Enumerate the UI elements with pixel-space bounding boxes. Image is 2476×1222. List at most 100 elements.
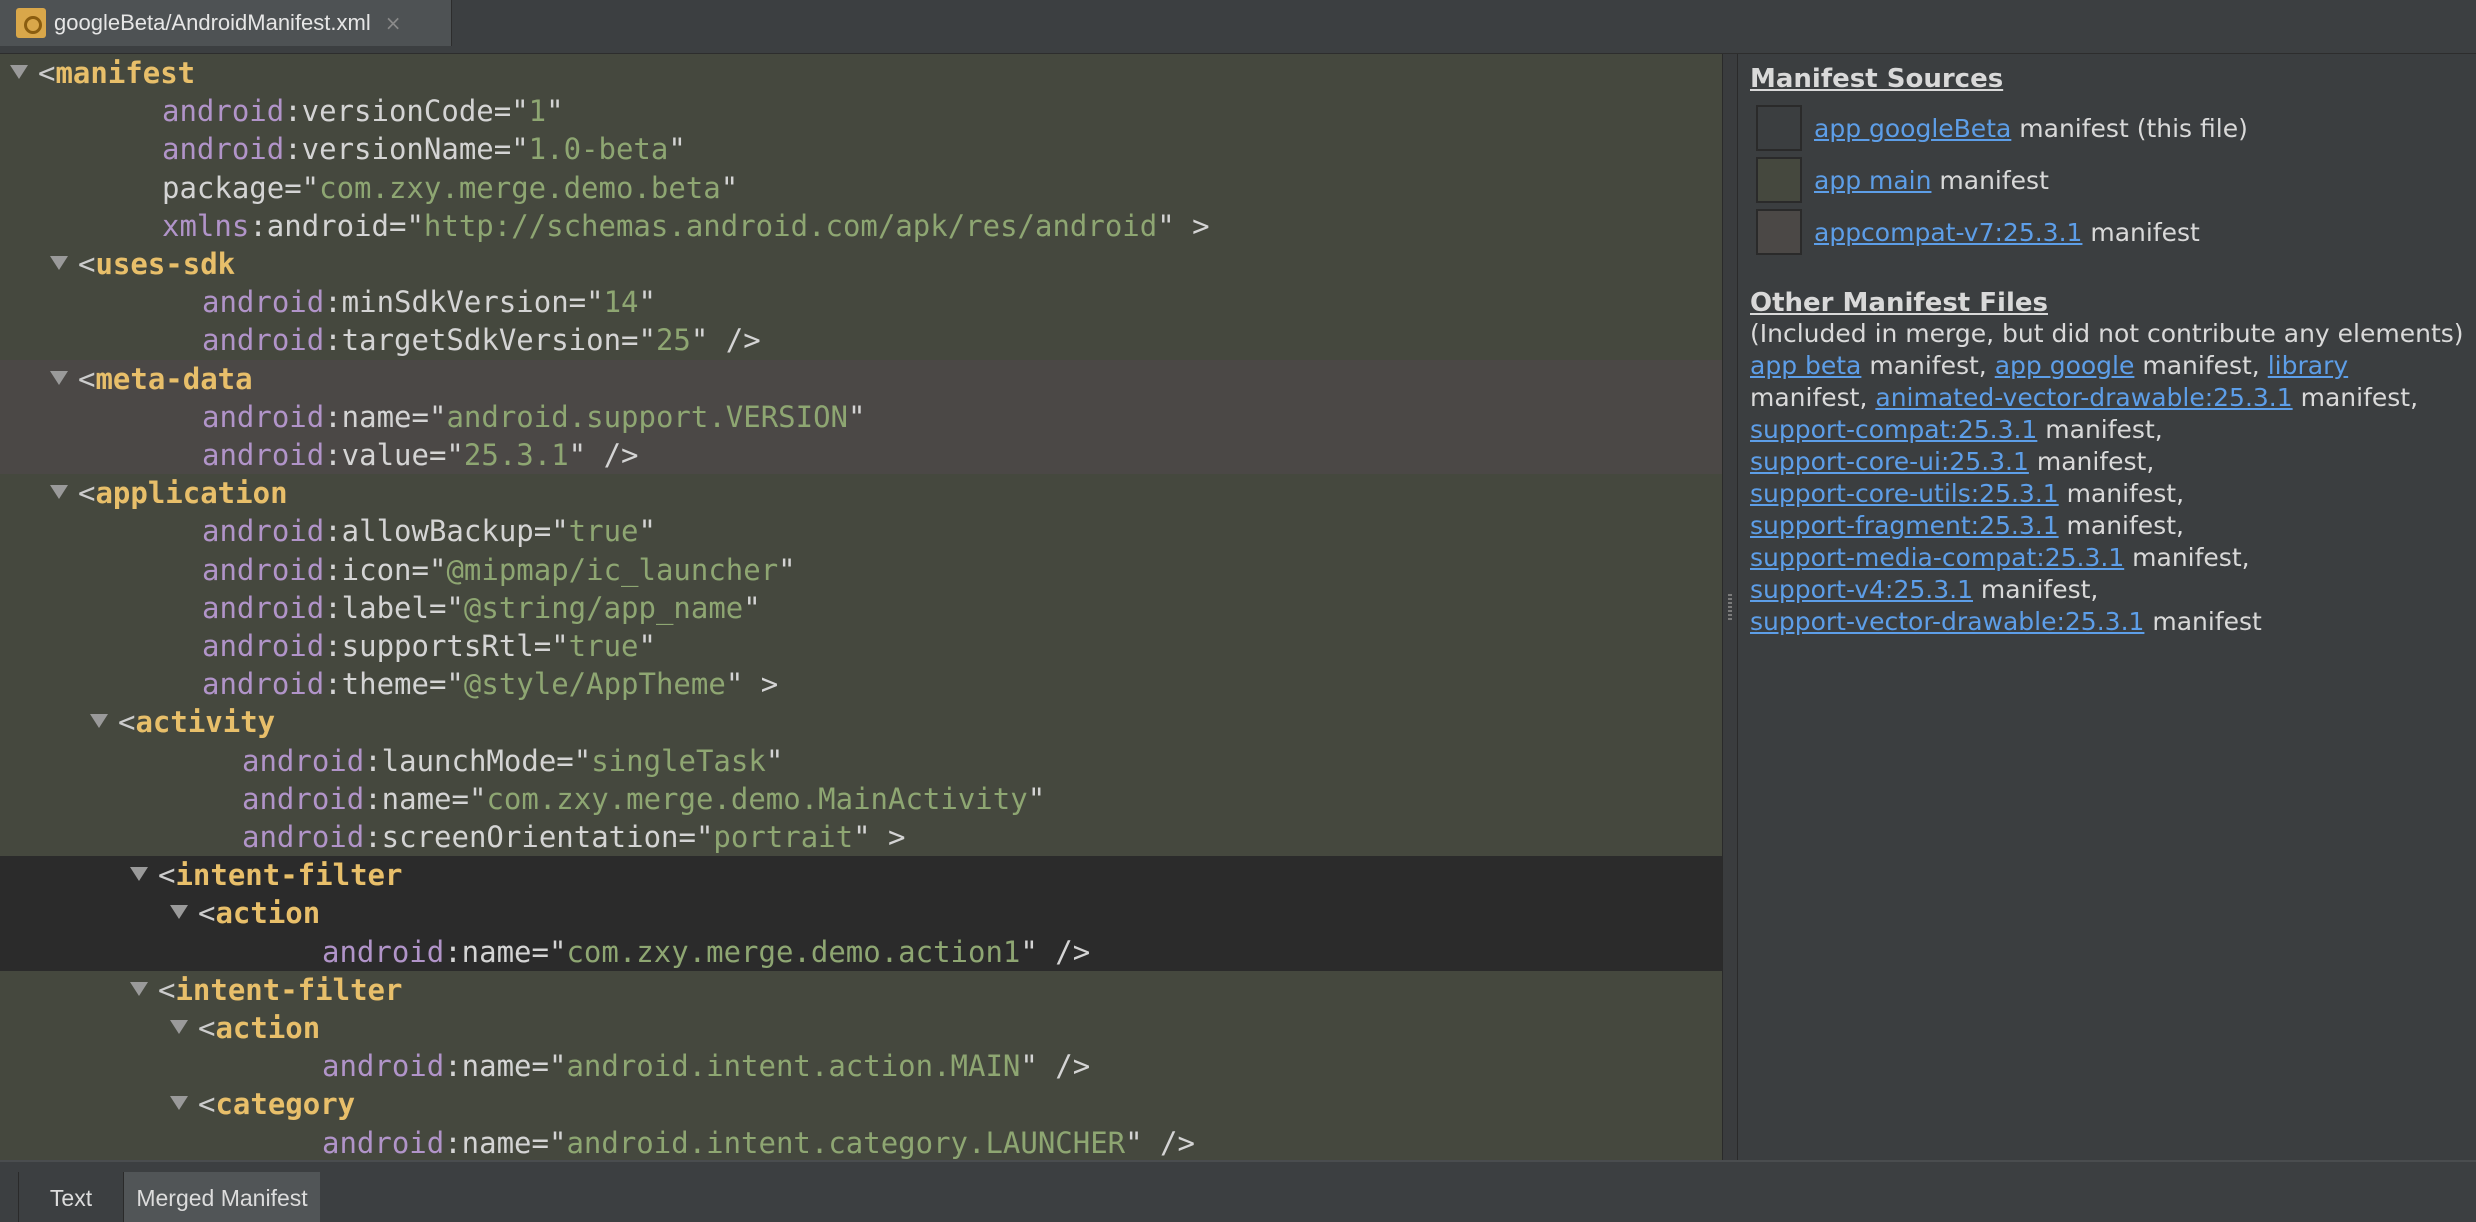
code-line[interactable]: android:minSdkVersion="14" <box>0 283 1722 321</box>
code-line[interactable]: android:name="android.intent.action.MAIN… <box>0 1047 1722 1085</box>
source-color-swatch <box>1756 105 1802 151</box>
merged-manifest-editor[interactable]: <manifest android:versionCode="1" android:… <box>0 54 1722 1160</box>
code-line[interactable]: package="com.zxy.merge.demo.beta" <box>0 169 1722 207</box>
code-token: android <box>242 743 365 778</box>
code-line[interactable]: android:versionCode="1" <box>0 92 1722 130</box>
code-line[interactable]: <activity <box>0 703 1722 741</box>
tab-merged-manifest[interactable]: Merged Manifest <box>124 1172 320 1222</box>
code-token: :name=" <box>444 1049 567 1084</box>
splitter-grip-icon[interactable] <box>1728 594 1732 620</box>
other-manifest-link[interactable]: support-vector-drawable:25.3.1 <box>1750 607 2144 636</box>
code-line[interactable]: <category <box>0 1085 1722 1123</box>
code-line[interactable]: android:versionName="1.0-beta" <box>0 130 1722 168</box>
code-token: android <box>202 438 325 472</box>
code-line[interactable]: xmlns:android="http://schemas.android.co… <box>0 207 1722 245</box>
code-token: < <box>118 705 136 740</box>
code-line[interactable]: <action <box>0 894 1722 933</box>
code-line[interactable]: <action <box>0 1009 1722 1047</box>
other-manifest-suffix: manifest, <box>2292 383 2419 412</box>
code-line[interactable]: <application <box>0 474 1722 512</box>
code-token: " <box>638 514 656 549</box>
panel-splitter[interactable] <box>1722 54 1738 1160</box>
code-token: " <box>743 590 761 625</box>
other-manifest-link[interactable]: support-compat:25.3.1 <box>1750 415 2037 444</box>
close-tab-icon[interactable]: × <box>385 11 402 35</box>
other-manifest-link[interactable]: animated-vector-drawable:25.3.1 <box>1875 383 2292 412</box>
code-token: android.intent.category.LAUNCHER <box>566 1125 1126 1160</box>
code-token: :theme=" <box>324 667 464 702</box>
code-line[interactable]: <meta-data <box>0 359 1722 398</box>
fold-triangle-icon[interactable] <box>90 714 108 729</box>
code-token: " /> <box>1020 1049 1091 1084</box>
code-line[interactable]: <manifest <box>0 54 1722 92</box>
other-manifest-link[interactable]: support-v4:25.3.1 <box>1750 575 1973 604</box>
code-token: " /> <box>690 323 761 358</box>
code-token: portrait <box>713 820 854 854</box>
tab-text[interactable]: Text <box>18 1172 124 1222</box>
code-token: < <box>198 1087 216 1122</box>
code-token: :value=" <box>324 438 464 472</box>
code-token: " <box>668 132 686 167</box>
code-token: " > <box>853 820 906 854</box>
code-line[interactable]: android:name="android.support.VERSION" <box>0 397 1722 436</box>
code-token: " <box>765 743 784 778</box>
other-manifest-link[interactable]: support-media-compat:25.3.1 <box>1750 543 2124 572</box>
code-token: :targetSdkVersion=" <box>324 323 656 358</box>
other-manifest-link[interactable]: app google <box>1995 351 2135 380</box>
code-token: < <box>78 247 96 281</box>
code-line[interactable]: <uses-sdk <box>0 245 1722 283</box>
code-line[interactable]: android:supportsRtl="true" <box>0 627 1722 665</box>
code-token: android <box>202 399 325 434</box>
other-manifest-link[interactable]: library <box>2268 351 2348 380</box>
code-line[interactable]: android:name="android.intent.category.LA… <box>0 1124 1722 1160</box>
code-token: :name=" <box>324 399 447 434</box>
code-line[interactable]: android:name="com.zxy.merge.demo.action1… <box>0 932 1722 971</box>
file-tab[interactable]: googleBeta/AndroidManifest.xml × <box>0 0 452 46</box>
code-line[interactable]: android:targetSdkVersion="25" /> <box>0 321 1722 359</box>
other-manifest-link[interactable]: app beta <box>1750 351 1861 380</box>
manifest-source-suffix: manifest (this file) <box>2011 113 2248 143</box>
fold-triangle-icon[interactable] <box>50 370 68 385</box>
code-line[interactable]: android:theme="@style/AppTheme" > <box>0 665 1722 703</box>
other-manifest-suffix: manifest, <box>2134 351 2268 380</box>
manifest-source-link[interactable]: app googleBeta <box>1814 114 2011 143</box>
manifest-source-link[interactable]: appcompat-v7:25.3.1 <box>1814 218 2082 247</box>
other-manifest-link[interactable]: support-fragment:25.3.1 <box>1750 511 2059 540</box>
code-token: " <box>1027 781 1046 816</box>
code-line[interactable]: android:launchMode="singleTask" <box>0 742 1722 780</box>
code-line[interactable]: android:icon="@mipmap/ic_launcher" <box>0 551 1722 589</box>
other-manifest-suffix: manifest, <box>2037 415 2163 444</box>
code-line[interactable]: android:screenOrientation="portrait" > <box>0 818 1722 856</box>
other-manifest-suffix: manifest, <box>2028 447 2155 476</box>
code-line[interactable]: <intent-filter <box>0 971 1722 1009</box>
code-token: package=" <box>162 170 320 205</box>
code-token: 1.0-beta <box>528 132 669 167</box>
other-manifest-link[interactable]: support-core-ui:25.3.1 <box>1750 447 2029 476</box>
fold-triangle-icon[interactable] <box>170 905 188 920</box>
fold-triangle-icon[interactable] <box>170 1096 188 1111</box>
code-token: 25 <box>655 323 691 358</box>
code-token: intent-filter <box>175 972 403 1007</box>
code-line[interactable]: android:label="@string/app_name" <box>0 589 1722 627</box>
fold-triangle-icon[interactable] <box>130 981 148 996</box>
code-token: com.zxy.merge.demo.beta <box>319 170 721 205</box>
code-token: android <box>242 781 365 816</box>
fold-triangle-icon[interactable] <box>50 256 68 270</box>
code-token: :screenOrientation=" <box>364 820 714 854</box>
code-line[interactable]: android:value="25.3.1" /> <box>0 436 1722 475</box>
manifest-source-link[interactable]: app main <box>1814 166 1931 195</box>
code-token: < <box>78 476 96 511</box>
fold-triangle-icon[interactable] <box>130 867 148 882</box>
code-token: :allowBackup=" <box>324 514 569 549</box>
code-line[interactable]: <intent-filter <box>0 856 1722 895</box>
fold-triangle-icon[interactable] <box>10 65 28 79</box>
code-line[interactable]: android:name="com.zxy.merge.demo.MainAct… <box>0 780 1722 818</box>
code-token: @string/app_name <box>463 590 744 625</box>
fold-triangle-icon[interactable] <box>170 1020 188 1034</box>
fold-triangle-icon[interactable] <box>50 485 68 500</box>
code-token: android <box>202 552 325 587</box>
code-line[interactable]: android:allowBackup="true" <box>0 512 1722 550</box>
code-token: true <box>568 629 639 663</box>
other-manifest-list: app beta manifest, app google manifest, … <box>1750 350 2460 638</box>
other-manifest-link[interactable]: support-core-utils:25.3.1 <box>1750 479 2059 508</box>
